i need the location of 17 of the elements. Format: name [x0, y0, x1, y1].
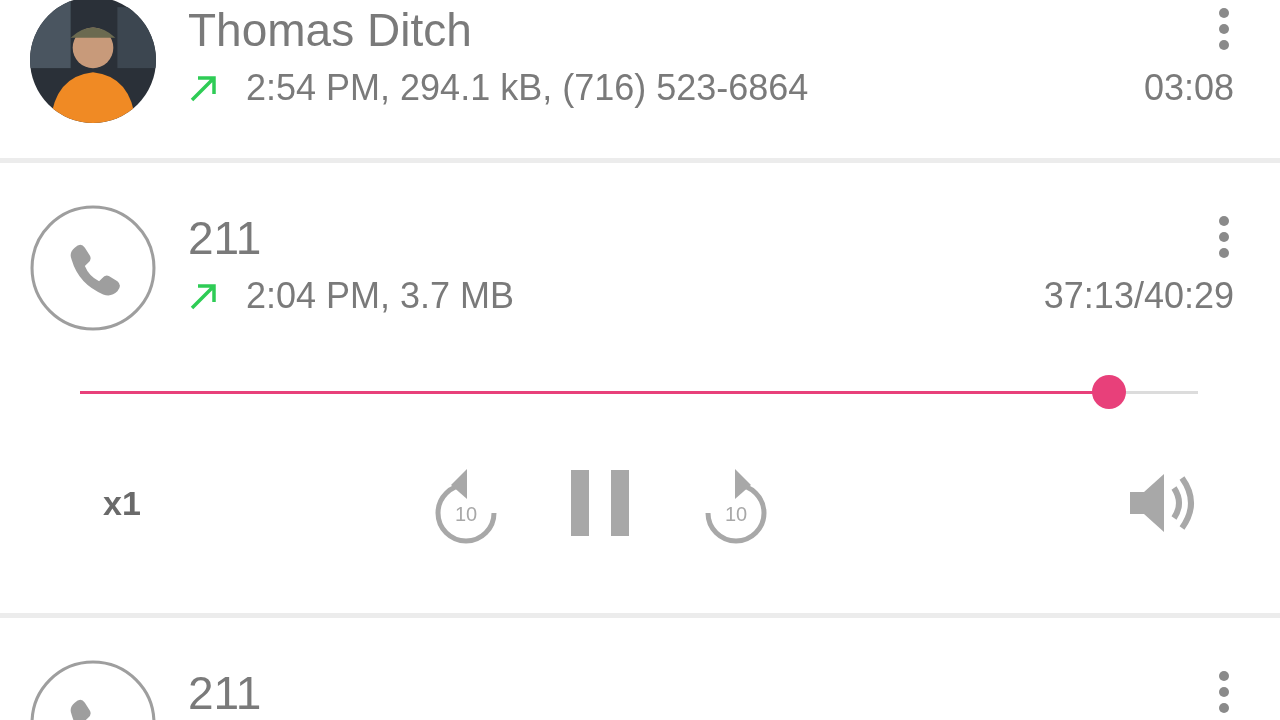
- duration: 37:13/40:29: [1043, 275, 1234, 317]
- forward-button[interactable]: 10: [701, 461, 771, 545]
- speed-button[interactable]: x1: [80, 483, 164, 523]
- contact-name: 211: [188, 211, 262, 266]
- seek-thumb[interactable]: [1091, 375, 1126, 409]
- more-icon[interactable]: [1218, 215, 1230, 259]
- recording-details: 2:04 PM, 3.7 MB: [246, 275, 516, 317]
- contact-name: Thomas Ditch: [188, 3, 472, 58]
- contact-name: 211: [188, 666, 262, 720]
- more-icon[interactable]: [1218, 7, 1230, 51]
- more-icon[interactable]: [1218, 670, 1230, 714]
- rewind-button[interactable]: 10: [431, 461, 501, 545]
- seek-slider[interactable]: [80, 375, 1198, 409]
- pause-icon[interactable]: [571, 470, 631, 536]
- duration: 03:08: [1143, 67, 1234, 109]
- recording-details: 2:54 PM, 294.1 kB, (716) 523-6864: [246, 67, 810, 109]
- phone-icon: [30, 205, 156, 331]
